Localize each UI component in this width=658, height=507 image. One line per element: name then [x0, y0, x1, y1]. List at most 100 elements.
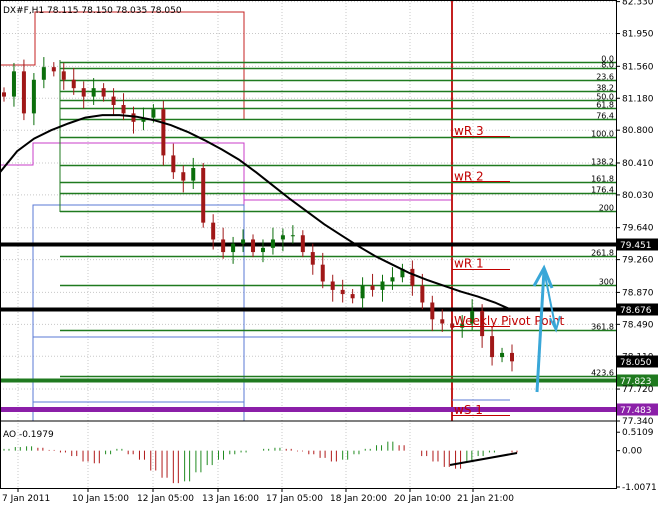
fib-label-13: 300 — [599, 278, 614, 287]
price-tick-label-13: 77.340 — [622, 417, 654, 427]
moving-average — [0, 114, 513, 312]
ao-tick-label-0: 0.5109 — [622, 428, 654, 438]
candle-body-11 — [111, 96, 116, 105]
time-tick-label-2: 12 Jan 05:00 — [137, 494, 194, 504]
candle-body-43 — [430, 302, 435, 320]
candle-body-23 — [231, 243, 236, 253]
candle-body-50 — [500, 352, 505, 358]
candle-body-0 — [2, 92, 6, 97]
candle-body-17 — [171, 155, 176, 173]
pivot-label-2: wR 1 — [454, 257, 484, 271]
candle-body-35 — [350, 294, 355, 299]
price-tick-label-12: 77.720 — [622, 385, 654, 395]
candle-body-49 — [490, 336, 495, 358]
pivot-label-3: Weekly Pivot Point — [454, 314, 564, 328]
candle-body-6 — [61, 71, 66, 80]
fib-label-1: 8.0 — [601, 61, 614, 70]
candle-body-1 — [11, 71, 16, 97]
fib-label-2: 23.6 — [596, 73, 614, 82]
time-tick-label-1: 10 Jan 15:00 — [72, 494, 129, 504]
candle-body-21 — [211, 222, 216, 240]
pivot-label-4: wS 1 — [454, 403, 483, 417]
candle-body-37 — [370, 285, 375, 290]
pivot-label-0: wR 3 — [454, 124, 484, 138]
candle-body-22 — [221, 239, 226, 253]
candle-body-42 — [420, 285, 425, 303]
candle-body-12 — [121, 104, 126, 114]
fib-label-5: 61.8 — [596, 101, 614, 110]
candle-body-27 — [270, 239, 275, 248]
candle-body-41 — [410, 268, 415, 286]
candle-body-16 — [161, 109, 166, 156]
candle-body-28 — [280, 235, 285, 240]
time-tick-label-6: 20 Jan 10:00 — [394, 494, 451, 504]
fib-label-6: 76.4 — [596, 112, 614, 121]
fib-label-15: 423.6 — [591, 369, 614, 378]
candle-body-38 — [380, 281, 385, 290]
ao-label: AO -0.1979 — [3, 430, 54, 440]
candle-body-13 — [131, 113, 136, 122]
fib-label-9: 161.8 — [591, 175, 614, 184]
price-tick-label-1: 81.950 — [622, 30, 654, 40]
candle-body-31 — [310, 252, 315, 265]
candle-body-15 — [151, 109, 156, 118]
candle-body-19 — [191, 168, 196, 181]
candle-body-5 — [51, 67, 56, 72]
fib-label-11: 200 — [599, 204, 614, 213]
pivot-label-1: wR 2 — [454, 169, 484, 183]
level-tag-label-0: 79.451 — [620, 241, 652, 251]
time-tick-label-4: 17 Jan 05:00 — [266, 494, 323, 504]
level-tag-label-1: 78.676 — [620, 306, 652, 316]
price-tick-label-0: 82.330 — [622, 0, 654, 8]
ao-tick-label-2: -1.0071 — [622, 483, 657, 493]
price-tick-label-5: 80.410 — [622, 159, 654, 169]
price-tick-label-6: 80.030 — [622, 191, 654, 201]
price-tick-label-3: 81.180 — [622, 94, 654, 104]
price-tick-label-11: 78.110 — [622, 352, 654, 362]
candle-body-26 — [260, 247, 265, 253]
fib-label-3: 38.2 — [596, 84, 614, 93]
fibonacci-levels: 0.08.023.638.250.061.876.4100.0138.2161.… — [59, 55, 617, 378]
candle-body-4 — [41, 67, 46, 80]
forex-chart[interactable]: 0.08.023.638.250.061.876.4100.0138.2161.… — [0, 0, 658, 507]
candle-body-44 — [440, 319, 445, 324]
candle-body-10 — [101, 88, 106, 97]
candle-body-39 — [390, 277, 395, 282]
awesome-oscillator-panel: 0.5109 0.00 -1.0071 — [3, 428, 657, 493]
candle-body-36 — [360, 285, 365, 299]
candle-body-34 — [340, 289, 345, 295]
price-tick-label-8: 79.260 — [622, 256, 654, 266]
symbol-line: DX#F,H1 78.115 78.150 78.035 78.050 — [3, 6, 182, 16]
price-tick-label-10: 78.490 — [622, 320, 654, 330]
candle-body-2 — [21, 71, 26, 114]
moving-average-line — [0, 114, 513, 312]
fib-label-12: 261.8 — [591, 249, 614, 258]
candle-body-30 — [300, 235, 305, 253]
time-tick-label-5: 18 Jan 20:00 — [330, 494, 387, 504]
candle-body-29 — [290, 235, 295, 237]
candle-body-32 — [320, 264, 325, 282]
candle-body-8 — [81, 88, 86, 97]
time-tick-label-7: 21 Jan 21:00 — [457, 494, 514, 504]
price-tick-label-7: 79.640 — [622, 224, 654, 234]
fib-label-8: 138.2 — [591, 158, 614, 167]
fib-label-7: 100.0 — [591, 130, 614, 139]
candle-body-51 — [510, 352, 514, 362]
fib-label-10: 176.4 — [591, 186, 614, 195]
pivot-annotations: wR 3 wR 2 wR 1 Weekly Pivot Point wS 1 — [452, 124, 564, 417]
time-tick-label-0: 7 Jan 2011 — [2, 494, 50, 504]
candle-body-25 — [251, 239, 256, 253]
axes: 82.330 81.950 81.560 81.180 80.800 80.410 80.0… — [0, 0, 654, 504]
candle-body-24 — [241, 239, 246, 244]
price-tick-label-2: 81.560 — [622, 62, 654, 72]
candle-body-9 — [91, 88, 96, 97]
candle-body-20 — [201, 168, 206, 223]
fib-label-14: 361.8 — [591, 323, 614, 332]
candle-body-33 — [330, 281, 335, 290]
level-tag-label-4: 77.483 — [620, 406, 652, 416]
time-tick-label-3: 13 Jan 16:00 — [202, 494, 259, 504]
price-tick-label-4: 80.800 — [622, 126, 654, 136]
candle-body-7 — [71, 79, 76, 89]
price-tick-label-9: 78.870 — [622, 288, 654, 298]
ao-tick-label-1: 0.00 — [622, 447, 642, 457]
